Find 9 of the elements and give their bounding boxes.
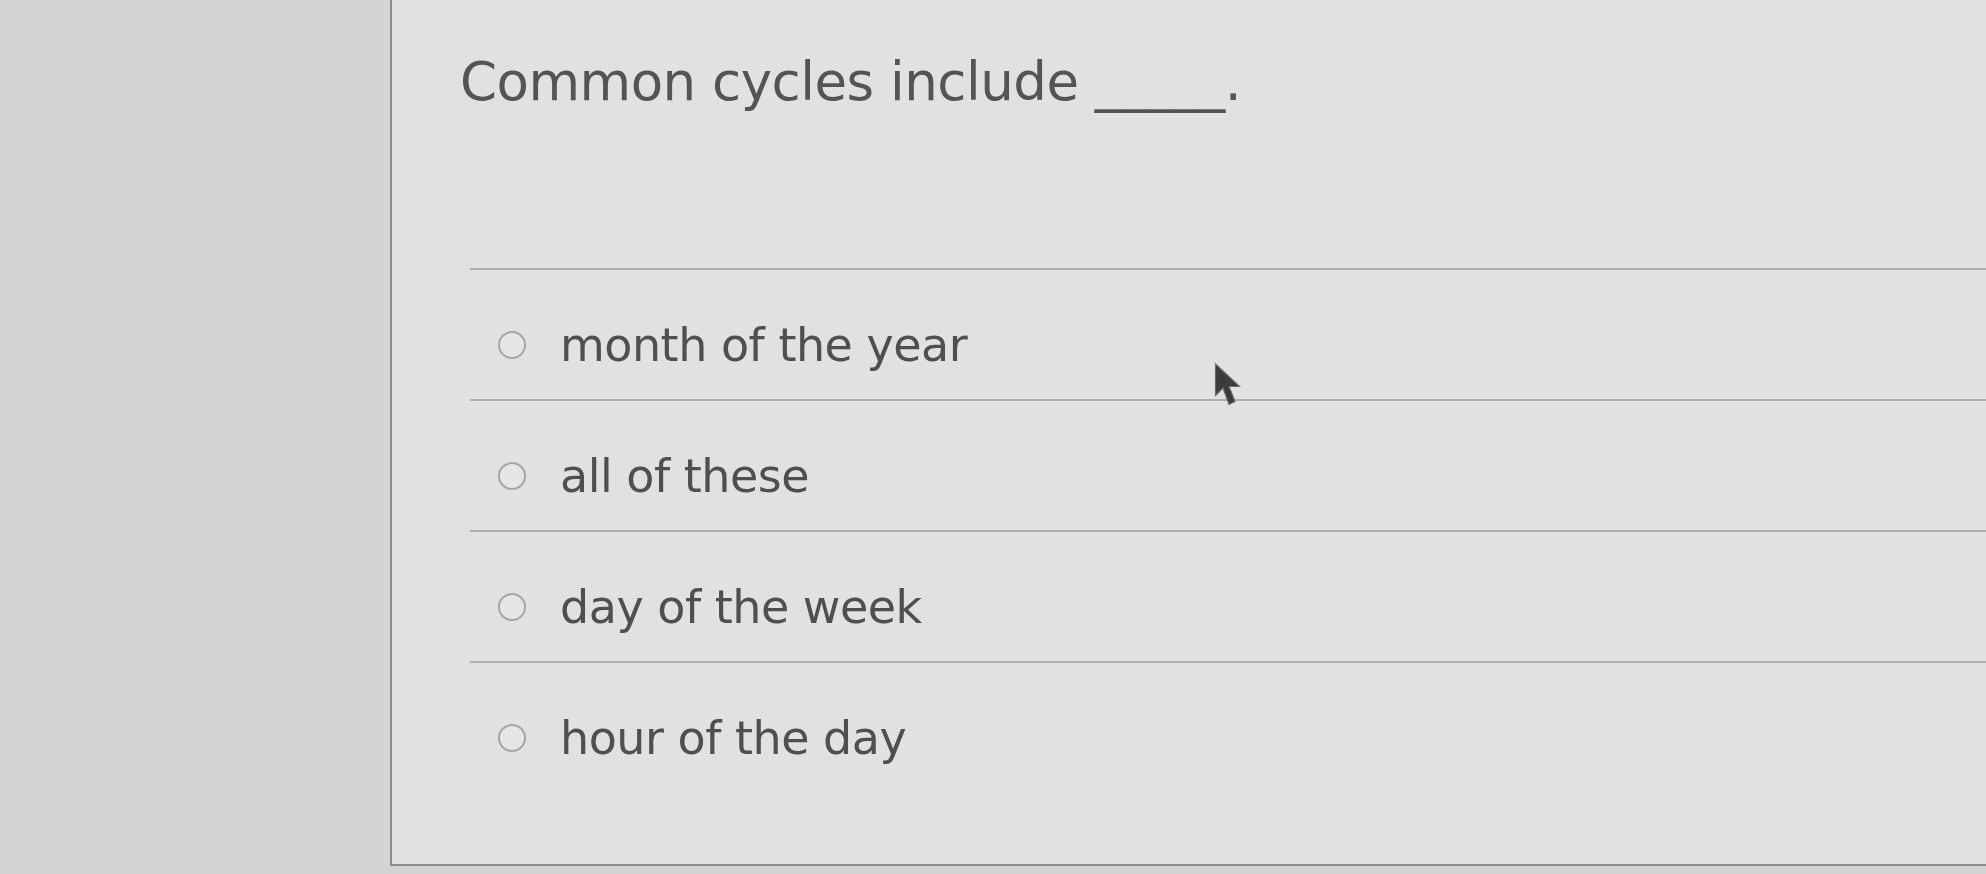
option-label[interactable]: month of the year [560,316,968,373]
radio-button[interactable] [498,461,526,490]
option-label[interactable]: all of these [560,447,810,504]
radio-button[interactable] [498,723,526,752]
question-text: Common cycles include _____. [460,50,1242,114]
radio-button[interactable] [498,592,526,621]
option-label[interactable]: hour of the day [560,709,907,766]
option-label[interactable]: day of the week [560,578,922,635]
radio-button[interactable] [498,330,526,359]
